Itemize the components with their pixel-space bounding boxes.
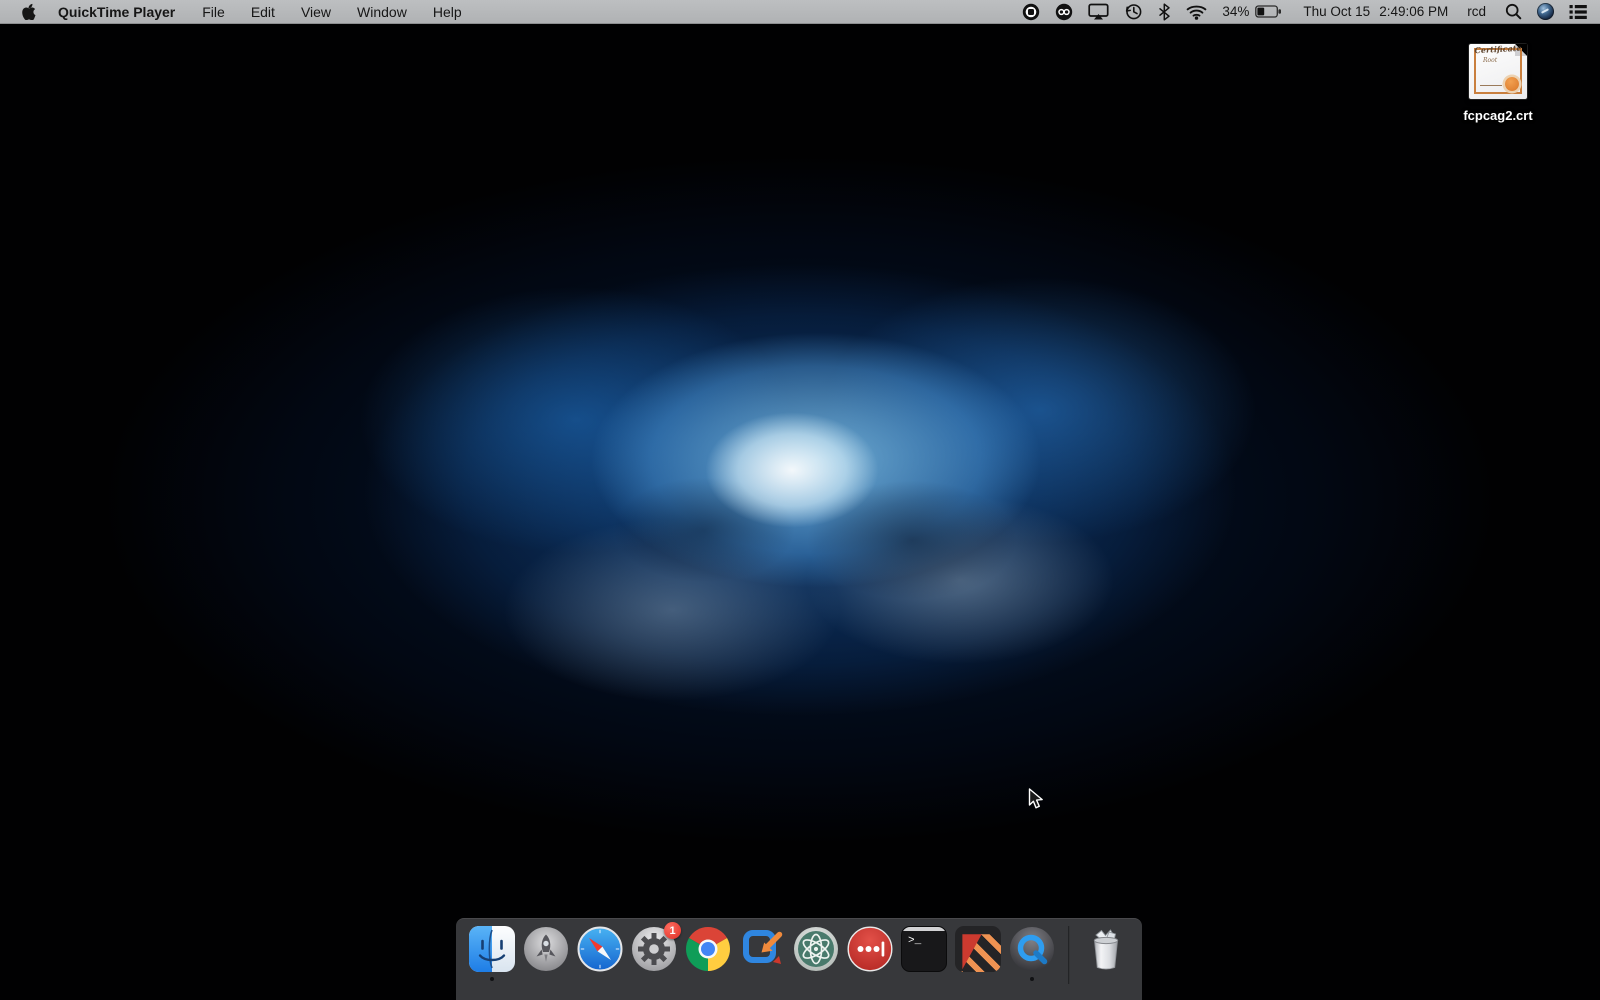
mouse-cursor	[1028, 788, 1048, 816]
dock-item-finder[interactable]	[469, 926, 515, 972]
menu-window[interactable]: Window	[357, 4, 407, 20]
bluetooth-icon[interactable]	[1158, 3, 1171, 21]
dock-item-chrome[interactable]	[685, 926, 731, 972]
dock-item-blue-arrow-app[interactable]	[739, 926, 785, 972]
notification-badge: 1	[664, 922, 681, 939]
clock-date: Thu Oct 15	[1303, 4, 1370, 19]
desktop-screen: QuickTime Player File Edit View Window H…	[0, 0, 1600, 1000]
running-indicator-finder	[490, 977, 494, 981]
menu-bar: QuickTime Player File Edit View Window H…	[0, 0, 1600, 24]
apple-menu-icon[interactable]	[21, 3, 36, 20]
dock-separator	[1068, 926, 1070, 984]
desktop-file-label: fcpcag2.crt	[1455, 108, 1541, 123]
terminal-icon: >_	[901, 926, 947, 972]
dock: 1	[456, 918, 1142, 1000]
airplay-display-icon[interactable]	[1088, 3, 1109, 20]
clock-time: 2:49:06 PM	[1379, 4, 1448, 19]
certificate-rule-line	[1480, 85, 1502, 86]
orange-stripes	[955, 926, 1001, 972]
menu-bar-clock[interactable]: Thu Oct 15 2:49:06 PM	[1303, 4, 1448, 19]
menu-bar-left: QuickTime Player File Edit View Window H…	[0, 3, 488, 20]
dock-item-atom[interactable]	[793, 926, 839, 972]
terminal-prompt-glyph: >_	[908, 935, 921, 947]
certificate-file-icon: Certificate Root	[1469, 44, 1527, 99]
time-machine-icon[interactable]	[1124, 2, 1143, 21]
dock-item-quicktime[interactable]	[1009, 926, 1055, 972]
menu-file[interactable]: File	[202, 4, 225, 20]
spotlight-search-icon[interactable]	[1505, 3, 1522, 20]
menu-help[interactable]: Help	[433, 4, 462, 20]
fast-user-switch-label[interactable]: rcd	[1467, 4, 1486, 19]
menu-bar-status-area: 34% Thu Oct 15 2:49:06 PM rcd	[1022, 2, 1600, 21]
certificate-seal	[1505, 77, 1519, 91]
menu-view[interactable]: View	[301, 4, 331, 20]
dock-item-striped-app[interactable]	[955, 926, 1001, 972]
notification-center-icon[interactable]	[1569, 4, 1587, 20]
wifi-icon[interactable]	[1186, 4, 1207, 20]
dock-item-launchpad[interactable]	[523, 926, 569, 972]
diagonal-stripes-app-icon	[955, 926, 1001, 972]
running-indicator-quicktime	[1030, 977, 1034, 981]
dock-item-lastpass[interactable]	[847, 926, 893, 972]
creative-cloud-icon[interactable]	[1055, 3, 1073, 21]
dock-item-terminal[interactable]: >_	[901, 926, 947, 972]
dock-item-safari[interactable]	[577, 926, 623, 972]
wallpaper-blue-nebula	[0, 0, 1600, 1000]
desktop-file-fcpcag2[interactable]: Certificate Root fcpcag2.crt	[1455, 36, 1541, 123]
active-app-menu[interactable]: QuickTime Player	[58, 4, 175, 20]
menu-edit[interactable]: Edit	[251, 4, 275, 20]
battery-icon[interactable]	[1255, 5, 1282, 18]
dock-item-trash[interactable]	[1083, 926, 1129, 972]
globe-status-icon[interactable]	[1537, 3, 1554, 20]
stop-recording-icon[interactable]	[1022, 3, 1040, 21]
battery-percent-label: 34%	[1222, 4, 1249, 19]
dock-item-system-preferences[interactable]: 1	[631, 926, 677, 972]
